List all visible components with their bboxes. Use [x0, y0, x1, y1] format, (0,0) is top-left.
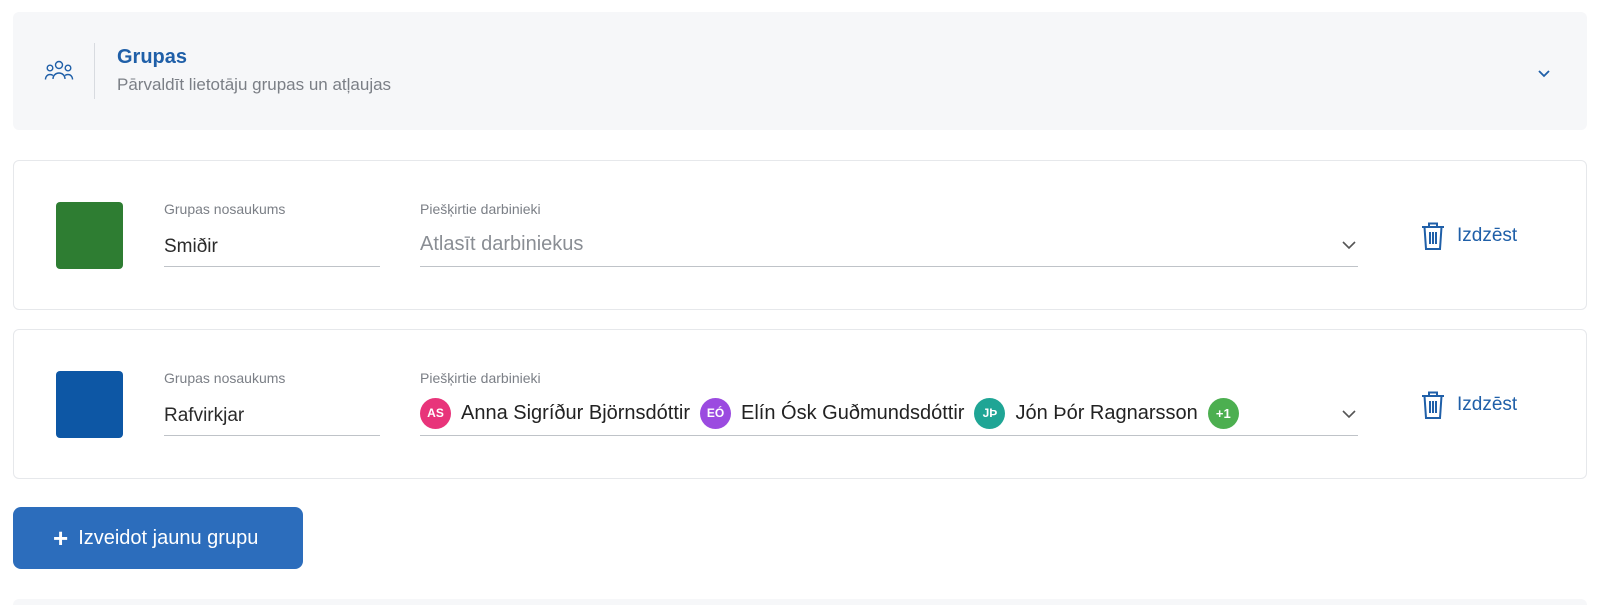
delete-button[interactable]: Izdzēst: [1419, 388, 1517, 422]
group-name-input[interactable]: [164, 227, 380, 267]
group-color-swatch[interactable]: [56, 371, 123, 438]
plus-icon: +: [53, 523, 69, 553]
employee-name: Jón Þór Ragnarsson: [1015, 401, 1198, 424]
chevron-down-icon: [1342, 241, 1356, 250]
group-name-input[interactable]: [164, 396, 380, 436]
employees-label: Piešķirtie darbinieki: [420, 370, 541, 386]
groups-section-header[interactable]: Grupas Pārvaldīt lietotāju grupas un atļ…: [13, 12, 1587, 130]
delete-label: Izdzēst: [1457, 225, 1518, 246]
trash-icon: [1422, 391, 1444, 419]
group-card: Grupas nosaukums Piešķirtie darbinieki A…: [13, 329, 1587, 479]
delete-button[interactable]: Izdzēst: [1419, 219, 1517, 253]
avatar: EÓ: [700, 397, 732, 429]
chevron-down-icon[interactable]: [1536, 65, 1552, 81]
section-subtitle: Pārvaldīt lietotāju grupas un atļaujas: [117, 75, 392, 94]
delete-label: Izdzēst: [1457, 394, 1518, 415]
more-employees-badge[interactable]: +1: [1207, 397, 1239, 429]
employee-name: Elín Ósk Guðmundsdóttir: [741, 401, 965, 424]
employees-label: Piešķirtie darbinieki: [420, 201, 541, 217]
employee-chip: AS Anna Sigríður Björnsdóttir: [420, 397, 691, 429]
employees-placeholder: Atlasīt darbiniekus: [420, 233, 584, 255]
avatar: AS: [420, 397, 451, 429]
employee-chip: JÞ Jón Þór Ragnarsson: [974, 397, 1198, 429]
employees-select[interactable]: AS Anna Sigríður Björnsdóttir EÓ Elín Ós…: [420, 396, 1358, 436]
users-icon: [44, 60, 74, 80]
group-name-label: Grupas nosaukums: [164, 201, 286, 217]
employees-select[interactable]: Atlasīt darbiniekus: [420, 227, 1358, 267]
group-name-label: Grupas nosaukums: [164, 370, 286, 386]
create-group-button[interactable]: + Izveidot jaunu grupu: [13, 507, 303, 569]
employee-chip: EÓ Elín Ósk Guðmundsdóttir: [700, 397, 965, 429]
avatar: JÞ: [974, 397, 1006, 429]
group-card: Grupas nosaukums Piešķirtie darbinieki A…: [13, 160, 1587, 310]
header-divider: [94, 43, 95, 99]
employee-name: Anna Sigríður Björnsdóttir: [461, 401, 691, 424]
group-color-swatch[interactable]: [56, 202, 123, 269]
trash-icon: [1422, 222, 1444, 250]
employee-chips: AS Anna Sigríður Björnsdóttir EÓ Elín Ós…: [420, 397, 1239, 429]
section-title: Grupas: [117, 46, 188, 68]
next-section-panel: [13, 599, 1587, 605]
create-group-label: Izveidot jaunu grupu: [78, 526, 259, 549]
chevron-down-icon: [1342, 410, 1356, 419]
